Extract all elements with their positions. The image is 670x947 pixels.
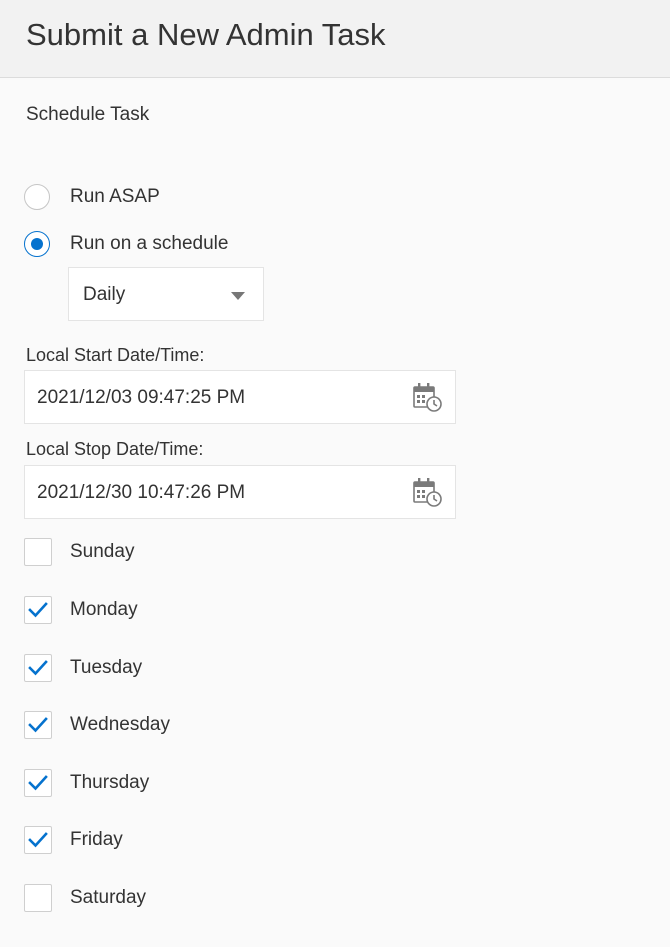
run-on-schedule-label: Run on a schedule bbox=[70, 233, 229, 254]
day-wednesday-checkbox[interactable] bbox=[24, 711, 52, 739]
day-saturday-checkbox[interactable] bbox=[24, 884, 52, 912]
run-asap-label: Run ASAP bbox=[70, 186, 160, 207]
day-wednesday-label: Wednesday bbox=[70, 714, 170, 735]
day-tuesday-option[interactable]: Tuesday bbox=[24, 652, 142, 684]
start-datetime-field[interactable]: 2021/12/03 09:47:25 PM bbox=[24, 370, 456, 424]
day-friday-checkbox[interactable] bbox=[24, 826, 52, 854]
day-wednesday-option[interactable]: Wednesday bbox=[24, 709, 170, 741]
schedule-section-label: Schedule Task bbox=[26, 104, 150, 125]
run-asap-radio[interactable] bbox=[24, 184, 50, 210]
start-datetime-label: Local Start Date/Time: bbox=[26, 345, 205, 365]
day-saturday-option[interactable]: Saturday bbox=[24, 882, 146, 914]
run-on-schedule-option[interactable]: Run on a schedule bbox=[24, 228, 228, 260]
day-sunday-checkbox[interactable] bbox=[24, 538, 52, 566]
run-on-schedule-radio[interactable] bbox=[24, 231, 50, 257]
day-thursday-option[interactable]: Thursday bbox=[24, 767, 149, 799]
stop-datetime-field[interactable]: 2021/12/30 10:47:26 PM bbox=[24, 465, 456, 519]
day-monday-label: Monday bbox=[70, 599, 138, 620]
checkmark-icon bbox=[28, 717, 48, 733]
checkmark-icon bbox=[28, 832, 48, 848]
start-datetime-value: 2021/12/03 09:47:25 PM bbox=[37, 387, 246, 408]
frequency-select[interactable]: Daily bbox=[68, 267, 264, 321]
stop-datetime-label: Local Stop Date/Time: bbox=[26, 439, 204, 459]
day-friday-option[interactable]: Friday bbox=[24, 824, 123, 856]
day-tuesday-checkbox[interactable] bbox=[24, 654, 52, 682]
day-thursday-label: Thursday bbox=[70, 772, 150, 793]
day-saturday-label: Saturday bbox=[70, 887, 147, 908]
stop-datetime-value: 2021/12/30 10:47:26 PM bbox=[37, 482, 246, 503]
day-thursday-checkbox[interactable] bbox=[24, 769, 52, 797]
checkmark-icon bbox=[28, 602, 48, 618]
chevron-down-icon bbox=[231, 292, 245, 300]
day-monday-checkbox[interactable] bbox=[24, 596, 52, 624]
run-asap-option[interactable]: Run ASAP bbox=[24, 181, 160, 213]
calendar-clock-icon[interactable] bbox=[411, 476, 443, 508]
checkmark-icon bbox=[28, 775, 48, 791]
checkmark-icon bbox=[28, 660, 48, 676]
day-tuesday-label: Tuesday bbox=[70, 657, 143, 678]
day-friday-label: Friday bbox=[70, 829, 123, 850]
day-sunday-option[interactable]: Sunday bbox=[24, 536, 134, 568]
frequency-select-value: Daily bbox=[83, 284, 126, 305]
page-title: Submit a New Admin Task bbox=[26, 17, 386, 52]
page-header: Submit a New Admin Task bbox=[0, 0, 670, 78]
day-sunday-label: Sunday bbox=[70, 541, 135, 562]
calendar-clock-icon[interactable] bbox=[411, 381, 443, 413]
day-monday-option[interactable]: Monday bbox=[24, 594, 138, 626]
